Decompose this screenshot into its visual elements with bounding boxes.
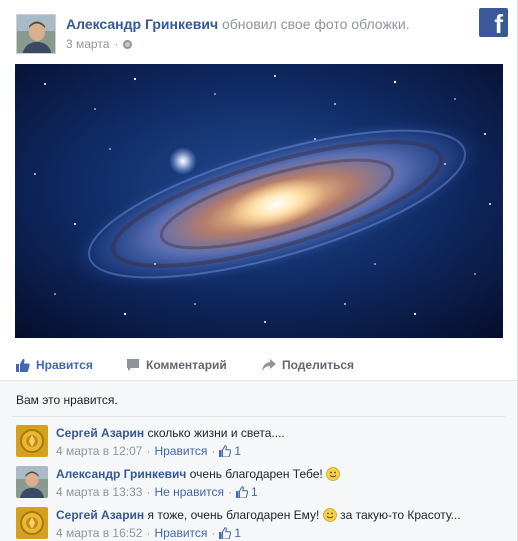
- comment-body: Сергей Азарин я тоже, очень благодарен Е…: [56, 508, 461, 522]
- comment-like-count[interactable]: 1: [236, 485, 258, 499]
- meta-separator: ·: [146, 526, 151, 540]
- meta-separator: ·: [146, 444, 151, 458]
- comment-text: я тоже, очень благодарен Ему!: [147, 508, 320, 522]
- comment-meta: 4 марта в 12:07 · Нравится · 1: [56, 444, 241, 458]
- like-button-label: Нравится: [36, 358, 93, 372]
- share-button[interactable]: Поделиться: [262, 358, 354, 372]
- comment: Сергей Азарин сколько жизни и света.... …: [16, 425, 506, 461]
- post-meta: 3 марта ·: [66, 37, 133, 51]
- meta-separator: ·: [211, 526, 216, 540]
- comment-like-link[interactable]: Нравится: [154, 444, 207, 458]
- comment-button[interactable]: Комментарий: [126, 358, 227, 372]
- comment-like-count[interactable]: 1: [219, 444, 241, 458]
- post-actions-bar: Нравится Комментарий Поделиться: [0, 350, 517, 380]
- author-avatar[interactable]: [16, 14, 56, 54]
- like-count-value: 1: [251, 485, 258, 499]
- share-arrow-icon: [262, 359, 276, 371]
- comment-unlike-link[interactable]: Не нравится: [154, 485, 224, 499]
- like-count-value: 1: [234, 444, 242, 458]
- meta-separator: ·: [114, 37, 119, 51]
- comment-text: сколько жизни и света....: [147, 426, 285, 440]
- comment-icon: [127, 359, 139, 371]
- comment-button-label: Комментарий: [146, 358, 227, 372]
- thumbs-up-icon: [219, 527, 232, 539]
- comment-meta: 4 марта в 16:52 · Нравится · 1: [56, 526, 241, 540]
- comment-text: очень благодарен Тебе!: [189, 467, 323, 481]
- comment-like-link[interactable]: Нравится: [154, 526, 207, 540]
- like-button[interactable]: Нравится: [16, 358, 93, 372]
- post-date[interactable]: 3 марта: [66, 37, 109, 51]
- comment-like-count[interactable]: 1: [219, 526, 241, 540]
- post-card: Александр Гринкевич обновил свое фото об…: [0, 0, 518, 541]
- share-button-label: Поделиться: [282, 358, 355, 372]
- commenter-avatar[interactable]: [16, 507, 48, 539]
- commenter-avatar[interactable]: [16, 425, 48, 457]
- comment: Александр Гринкевич очень благодарен Теб…: [16, 466, 506, 502]
- cover-photo[interactable]: [15, 64, 503, 338]
- meta-separator: ·: [211, 444, 216, 458]
- post-action-text: обновил свое фото обложки.: [222, 16, 410, 32]
- divider: [12, 416, 505, 417]
- like-summary: Вам это нравится.: [16, 393, 118, 407]
- author-name-link[interactable]: Александр Гринкевич: [66, 16, 218, 32]
- meta-separator: ·: [228, 485, 233, 499]
- comment: Сергей Азарин я тоже, очень благодарен Е…: [16, 507, 506, 541]
- comment-timestamp[interactable]: 4 марта в 12:07: [56, 444, 142, 458]
- comment-author-link[interactable]: Сергей Азарин: [56, 426, 144, 440]
- like-count-value: 1: [234, 526, 242, 540]
- thumbs-up-icon: [16, 358, 30, 372]
- comment-meta: 4 марта в 13:33 · Не нравится · 1: [56, 485, 258, 499]
- comment-text-continued: за такую-то Красоту...: [340, 508, 461, 522]
- comment-author-link[interactable]: Александр Гринкевич: [56, 467, 186, 481]
- post-headline: Александр Гринкевич обновил свое фото об…: [66, 15, 410, 33]
- comment-body: Александр Гринкевич очень благодарен Теб…: [56, 467, 340, 481]
- comment-timestamp[interactable]: 4 марта в 16:52: [56, 526, 142, 540]
- globe-icon[interactable]: [123, 39, 133, 49]
- thumbs-up-icon: [219, 445, 232, 457]
- comment-body: Сергей Азарин сколько жизни и света....: [56, 426, 285, 440]
- thumbs-up-icon: [236, 486, 249, 498]
- smiley-icon: [322, 508, 337, 522]
- comment-timestamp[interactable]: 4 марта в 13:33: [56, 485, 142, 499]
- facebook-logo-icon[interactable]: f: [479, 8, 508, 39]
- smiley-icon: [326, 467, 340, 481]
- meta-separator: ·: [146, 485, 151, 499]
- comment-author-link[interactable]: Сергей Азарин: [56, 508, 144, 522]
- comments-section: Вам это нравится. Сергей Азарин сколько …: [0, 380, 517, 541]
- commenter-avatar[interactable]: [16, 466, 48, 498]
